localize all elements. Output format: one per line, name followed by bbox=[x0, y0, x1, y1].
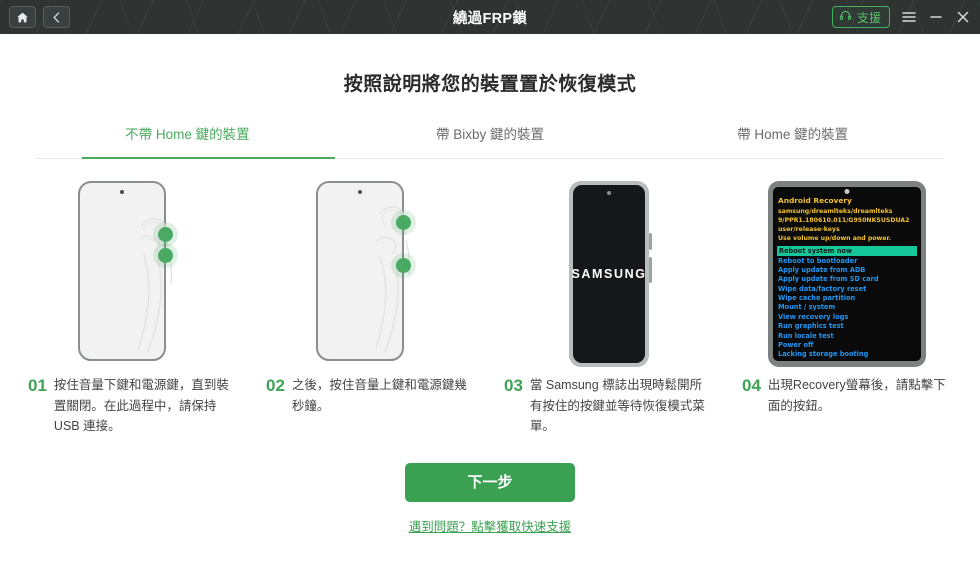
step-description: 出現Recovery螢幕後，請點擊下面的按鈕。 bbox=[767, 378, 946, 413]
samsung-logo: SAMSUNG bbox=[571, 267, 647, 281]
close-icon[interactable] bbox=[955, 9, 971, 25]
step-number: 03 bbox=[504, 376, 523, 395]
phone-body: SAMSUNG bbox=[569, 181, 649, 367]
tab-bixby-key[interactable]: 帶 Bixby 鍵的裝置 bbox=[339, 123, 642, 159]
recovery-menu-item[interactable]: Power off bbox=[778, 341, 917, 350]
recovery-screen: Android Recovery samsung/dreamlteks/drea… bbox=[773, 187, 921, 361]
back-button[interactable] bbox=[43, 6, 70, 28]
step-item: Android Recovery samsung/dreamlteks/drea… bbox=[728, 175, 966, 437]
recovery-menu-item[interactable]: Run graphics test bbox=[778, 322, 917, 331]
step-1-illustration bbox=[14, 175, 252, 375]
step-2-caption: 02 之後，按住音量上鍵和電源鍵幾秒鐘。 bbox=[252, 375, 490, 416]
camera-dot-icon bbox=[607, 191, 611, 195]
recovery-menu-item[interactable]: Wipe data/factory reset bbox=[778, 285, 917, 294]
phone-diagram bbox=[316, 181, 426, 367]
step-number: 04 bbox=[742, 376, 761, 395]
camera-dot-icon bbox=[120, 190, 124, 194]
headset-icon bbox=[839, 9, 852, 25]
press-point-volume-up bbox=[396, 215, 411, 230]
recovery-menu-item[interactable]: Mount / system bbox=[778, 303, 917, 312]
recovery-menu-item[interactable]: View recovery logs bbox=[778, 313, 917, 322]
tab-bar: 不帶 Home 鍵的裝置 帶 Bixby 鍵的裝置 帶 Home 鍵的裝置 bbox=[0, 123, 980, 159]
support-button[interactable]: 支援 bbox=[831, 6, 890, 28]
step-3-caption: 03 當 Samsung 標誌出現時鬆開所有按住的按鍵並等待恢復模式菜單。 bbox=[490, 375, 728, 437]
chevron-left-icon bbox=[50, 11, 63, 24]
side-button-volume bbox=[649, 233, 652, 250]
step-item: SAMSUNG 03 當 Samsung 標誌出現時鬆開所有按住的按鍵並等待恢復… bbox=[490, 175, 728, 437]
footer: 下一步 遇到問題？點擊獲取快速支援 bbox=[0, 462, 980, 535]
camera-dot-icon bbox=[844, 189, 850, 194]
step-number: 02 bbox=[266, 376, 285, 395]
recovery-phone-diagram: Android Recovery samsung/dreamlteks/drea… bbox=[768, 181, 926, 367]
step-3-illustration: SAMSUNG bbox=[490, 175, 728, 375]
recovery-header-line: Use volume up/down and power. bbox=[778, 235, 891, 243]
recovery-header-line: 9/PPR1.180610.011/G950NKSUSDUA2 bbox=[778, 217, 910, 225]
titlebar-controls: 支援 bbox=[831, 6, 971, 28]
page-title: 按照說明將您的裝置置於恢復模式 bbox=[343, 74, 637, 95]
camera-dot-icon bbox=[358, 190, 362, 194]
recovery-header-line: user/release-keys bbox=[778, 226, 840, 234]
tab-home-key[interactable]: 帶 Home 鍵的裝置 bbox=[641, 123, 944, 159]
phone-diagram bbox=[78, 181, 188, 367]
hamburger-menu-icon[interactable] bbox=[901, 9, 917, 25]
minimize-icon[interactable] bbox=[928, 9, 944, 25]
step-4-illustration: Android Recovery samsung/dreamlteks/drea… bbox=[728, 175, 966, 375]
samsung-phone-diagram: SAMSUNG bbox=[569, 181, 652, 367]
recovery-menu-item[interactable]: Run locale test bbox=[778, 332, 917, 341]
step-description: 當 Samsung 標誌出現時鬆開所有按住的按鍵並等待恢復模式菜單。 bbox=[529, 378, 705, 434]
side-button-power bbox=[649, 257, 652, 283]
press-point-power bbox=[396, 258, 411, 273]
home-icon bbox=[16, 11, 29, 24]
title-bar: 繞過FRP鎖 支援 bbox=[0, 0, 980, 34]
step-item: 02 之後，按住音量上鍵和電源鍵幾秒鐘。 bbox=[252, 175, 490, 437]
quick-support-link[interactable]: 遇到問題？點擊獲取快速支援 bbox=[0, 516, 980, 535]
recovery-menu-item[interactable]: Apply update from SD card bbox=[778, 275, 917, 284]
steps-row: 01 按住音量下鍵和電源鍵，直到裝置關閉。在此過程中，請保持 USB 連接。 0… bbox=[0, 175, 980, 437]
recovery-header: Android Recovery samsung/dreamlteks/drea… bbox=[778, 196, 917, 244]
nav-buttons bbox=[9, 6, 70, 28]
recovery-title: Android Recovery bbox=[778, 196, 852, 205]
tab-active-underline bbox=[82, 157, 335, 159]
tab-no-home-key[interactable]: 不帶 Home 鍵的裝置 bbox=[36, 123, 339, 159]
step-description: 之後，按住音量上鍵和電源鍵幾秒鐘。 bbox=[291, 378, 467, 413]
support-label: 支援 bbox=[856, 10, 881, 25]
press-point-power bbox=[158, 248, 173, 263]
step-2-illustration bbox=[252, 175, 490, 375]
phone-body: Android Recovery samsung/dreamlteks/drea… bbox=[768, 181, 926, 367]
step-4-caption: 04 出現Recovery螢幕後，請點擊下面的按鈕。 bbox=[728, 375, 966, 416]
recovery-selected-item[interactable]: Reboot system now bbox=[777, 245, 917, 256]
next-button[interactable]: 下一步 bbox=[405, 462, 575, 502]
phone-screen: SAMSUNG bbox=[571, 185, 647, 363]
step-number: 01 bbox=[28, 376, 47, 395]
recovery-menu-item[interactable]: Apply update from ADB bbox=[778, 266, 917, 275]
press-point-volume-down bbox=[158, 227, 173, 242]
step-description: 按住音量下鍵和電源鍵，直到裝置關閉。在此過程中，請保持 USB 連接。 bbox=[53, 378, 229, 434]
step-item: 01 按住音量下鍵和電源鍵，直到裝置關閉。在此過程中，請保持 USB 連接。 bbox=[14, 175, 252, 437]
step-1-caption: 01 按住音量下鍵和電源鍵，直到裝置關閉。在此過程中，請保持 USB 連接。 bbox=[14, 375, 252, 437]
recovery-menu-item[interactable]: Reboot to bootloader bbox=[778, 257, 917, 266]
home-button[interactable] bbox=[9, 6, 36, 28]
main-content: 按照說明將您的裝置置於恢復模式 不帶 Home 鍵的裝置 帶 Bixby 鍵的裝… bbox=[0, 69, 980, 582]
recovery-header-line: samsung/dreamlteks/dreamlteks bbox=[778, 207, 893, 215]
recovery-menu-item[interactable]: Lacking storage booting bbox=[778, 350, 917, 359]
recovery-menu-item[interactable]: Wipe cache partition bbox=[778, 294, 917, 303]
